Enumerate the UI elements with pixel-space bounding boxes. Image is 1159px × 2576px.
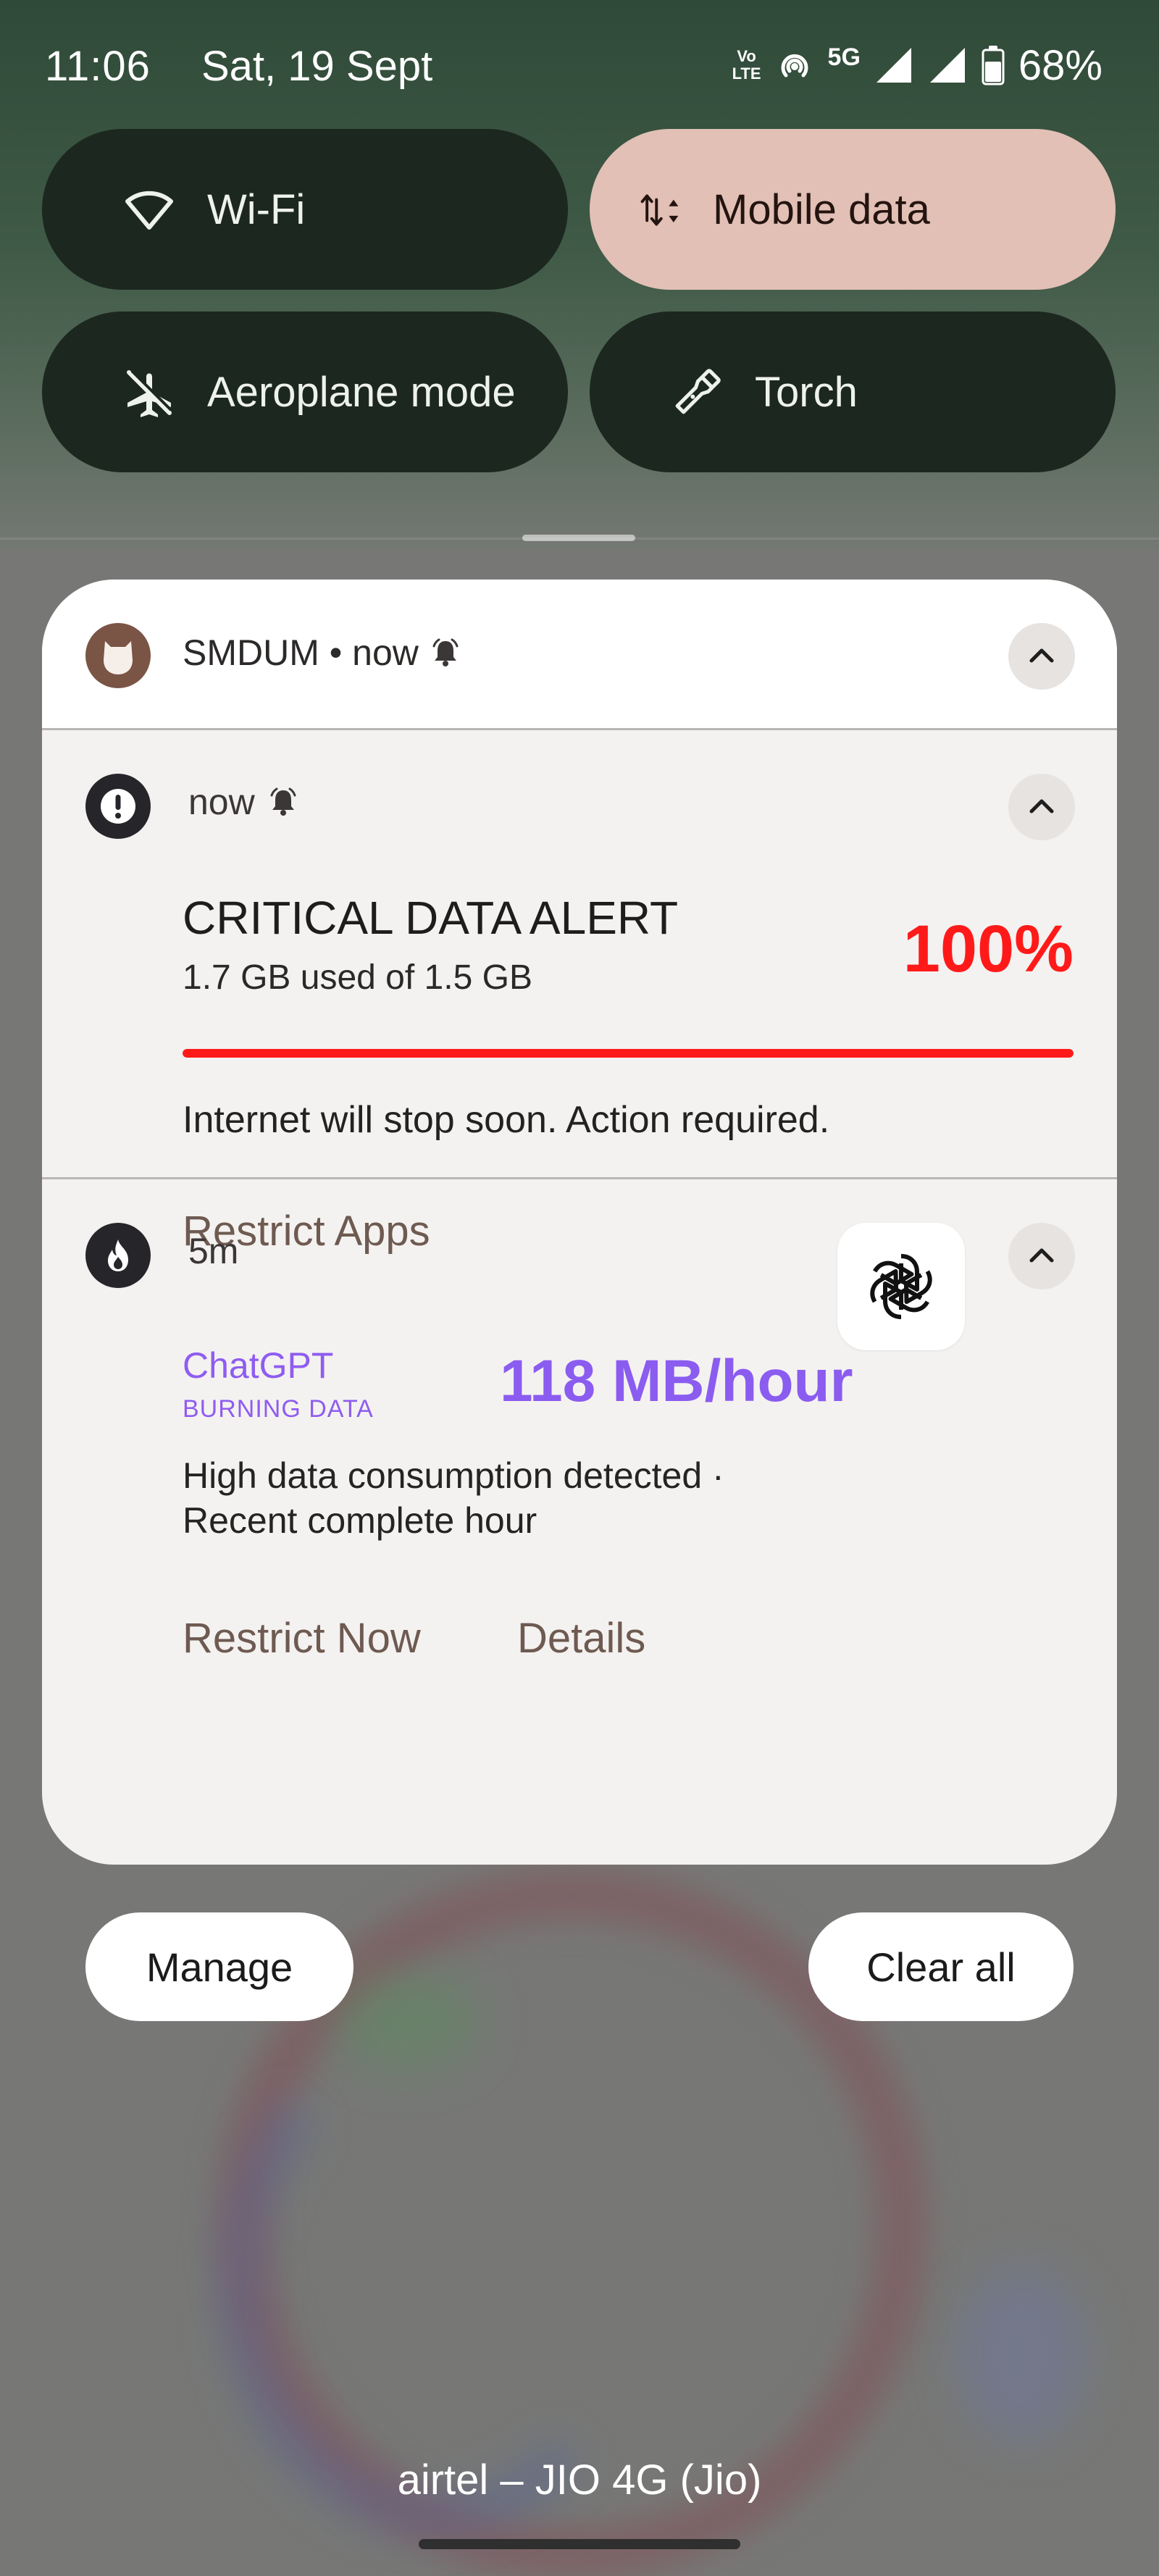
restrict-now-button[interactable]: Restrict Now — [183, 1614, 421, 1663]
shade-drag-handle[interactable] — [522, 535, 635, 541]
description-line: Recent complete hour — [183, 1500, 537, 1541]
wallpaper-blob — [956, 2267, 1087, 2441]
mobile-data-icon — [640, 194, 679, 226]
usage-progress-bar — [183, 1049, 1074, 1058]
notification-time-text: now — [188, 782, 255, 822]
chevron-up-icon — [1029, 799, 1054, 814]
torch-icon — [675, 369, 721, 414]
collapse-notification-button[interactable] — [1008, 774, 1075, 840]
group-header-text: SMDUM • now — [183, 632, 461, 674]
details-button[interactable]: Details — [517, 1614, 645, 1663]
notification-card: SMDUM • now now CRITICAL DATA ALERT 1.7 … — [42, 580, 1117, 1865]
exclamation-icon — [101, 789, 135, 824]
signal-icon — [929, 48, 965, 83]
network-type: 5G — [827, 43, 861, 71]
tile-aeroplane-mode[interactable]: Aeroplane mode — [42, 311, 568, 472]
tile-label: Torch — [755, 369, 858, 416]
tile-label: Wi-Fi — [207, 186, 306, 233]
tile-label: Mobile data — [713, 186, 930, 233]
clock[interactable]: 11:06 — [45, 42, 151, 91]
flame-icon — [108, 1239, 128, 1271]
navigation-handle[interactable] — [419, 2539, 740, 2549]
data-rate: 118 MB/hour — [500, 1348, 853, 1414]
status-tag: BURNING DATA — [183, 1395, 374, 1423]
app-name-time: SMDUM • now — [183, 632, 419, 673]
collapse-group-button[interactable] — [1008, 623, 1075, 690]
volte-top: Vo — [737, 47, 756, 65]
volte-bottom: LTE — [732, 64, 761, 83]
chevron-up-icon — [1029, 1248, 1054, 1263]
owl-icon — [104, 641, 133, 674]
signal-icon — [876, 48, 911, 83]
openai-logo-icon — [861, 1254, 942, 1327]
bell-icon — [270, 787, 296, 816]
notification-time-text: 5m — [188, 1231, 239, 1271]
hotspot-icon — [781, 54, 808, 78]
wallpaper-blob — [333, 1970, 478, 2072]
data-usage-text: 1.7 GB used of 1.5 GB — [183, 958, 532, 997]
airplane-icon — [127, 369, 172, 417]
tile-torch[interactable]: Torch — [590, 311, 1116, 472]
date[interactable]: Sat, 19 Sept — [201, 42, 432, 91]
burn-app-icon — [85, 1223, 151, 1288]
app-name: ChatGPT — [183, 1345, 334, 1386]
clear-all-button[interactable]: Clear all — [808, 1912, 1074, 2021]
usage-percent: 100% — [903, 912, 1074, 986]
tile-label: Aeroplane mode — [207, 369, 516, 416]
battery-icon — [982, 46, 1005, 85]
collapse-notification-button[interactable] — [1008, 1223, 1075, 1289]
wifi-icon — [125, 191, 173, 230]
battery-percent: 68% — [1018, 41, 1102, 89]
notification-time: now — [188, 781, 298, 823]
bell-icon — [432, 638, 459, 666]
tile-wifi[interactable]: Wi-Fi — [42, 129, 568, 290]
notification-group-header[interactable]: SMDUM • now — [42, 580, 1117, 730]
carrier-label: airtel – JIO 4G (Jio) — [397, 2456, 762, 2504]
notification-time: 5m — [188, 1230, 238, 1272]
notification-description: High data consumption detected · Recent … — [183, 1453, 834, 1543]
usage-progress-fill — [183, 1049, 1074, 1058]
notification-title: CRITICAL DATA ALERT — [183, 892, 679, 944]
chatgpt-large-icon — [837, 1223, 965, 1350]
alert-app-icon — [85, 774, 151, 839]
notification-burning-data[interactable]: 5m ChatGPT BURNING DATA 118 MB/hour High… — [42, 1179, 1117, 1865]
status-bar: 11:06 Sat, 19 Sept Vo LTE 5G 68% — [0, 0, 1159, 130]
notification-message: Internet will stop soon. Action required… — [183, 1099, 830, 1141]
tile-mobile-data[interactable]: Mobile data — [590, 129, 1116, 290]
notification-critical-data-alert[interactable]: now CRITICAL DATA ALERT 1.7 GB used of 1… — [42, 730, 1117, 1255]
manage-button[interactable]: Manage — [85, 1912, 353, 2021]
chevron-up-icon — [1029, 648, 1054, 663]
app-avatar — [85, 623, 151, 688]
status-icons: Vo LTE 5G 68% — [732, 38, 1102, 93]
volte-icon: Vo LTE — [732, 48, 761, 83]
description-line: High data consumption detected · — [183, 1455, 724, 1496]
